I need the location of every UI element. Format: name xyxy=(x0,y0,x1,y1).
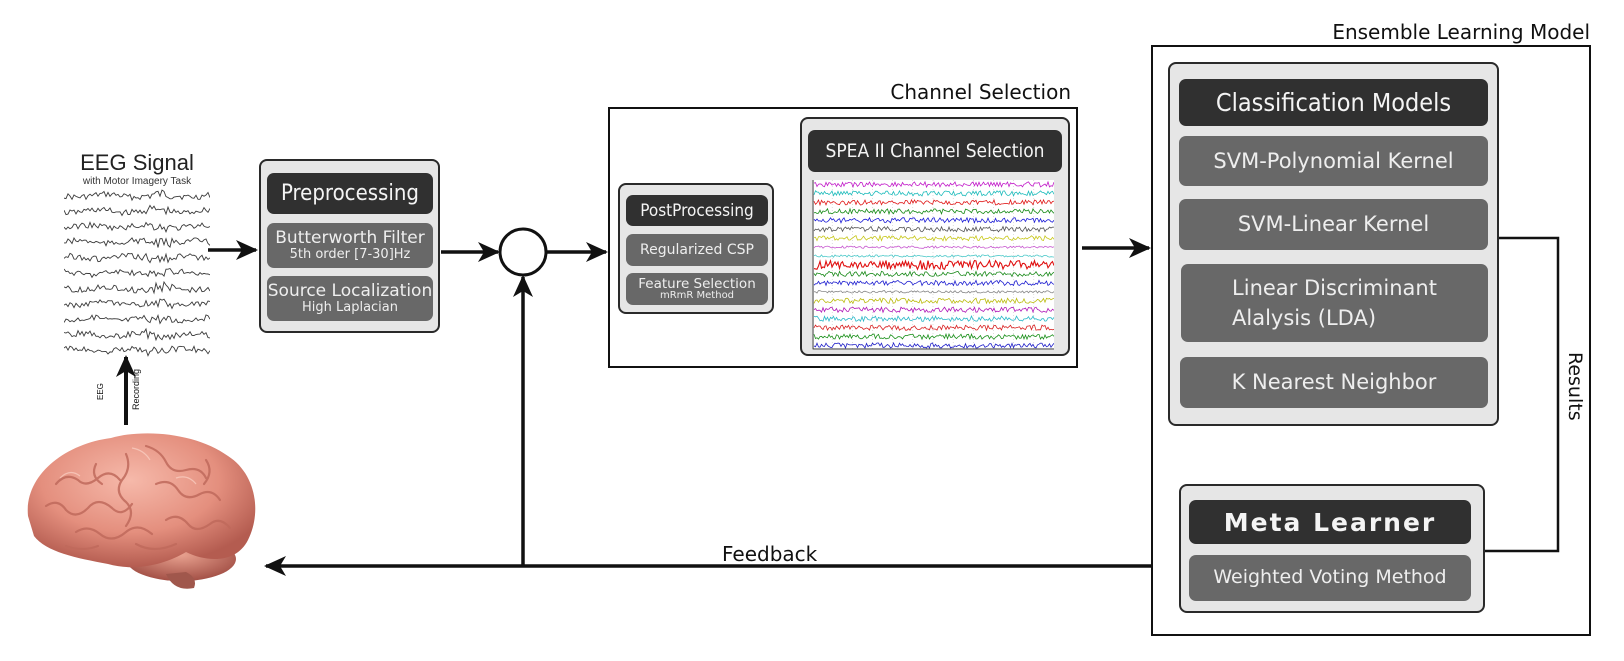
item-sub-text: 5th order [7-30]Hz xyxy=(289,246,411,262)
channel-trace xyxy=(813,245,1054,249)
channel-trace xyxy=(813,189,1054,197)
channel-trace xyxy=(813,289,1054,294)
item-sub-text: mRmR Method xyxy=(659,289,735,301)
recording-label-recording: Recording xyxy=(131,368,141,410)
item-main-text: Feature Selection xyxy=(638,275,756,292)
channel-trace xyxy=(813,258,1054,271)
channel-trace xyxy=(813,180,1054,189)
eeg-trace xyxy=(64,204,210,217)
meta-learner-panel: Meta Learner Weighted Voting Method xyxy=(1179,484,1485,613)
ensemble-title: Ensemble Learning Model xyxy=(1332,20,1590,44)
channel-trace xyxy=(813,270,1054,278)
channel-trace xyxy=(813,225,1054,233)
plot-axis xyxy=(812,180,1054,350)
postprocessing-header: PostProcessing xyxy=(626,195,768,226)
channel-selection-title: Channel Selection xyxy=(890,80,1071,104)
classifier-label: SVM-Linear Kernel xyxy=(1237,212,1430,237)
meta-learner-label: Weighted Voting Method xyxy=(1213,566,1447,589)
postprocessing-panel: PostProcessing Regularized CSP Feature S… xyxy=(618,183,774,314)
channel-trace xyxy=(813,297,1054,305)
eeg-signal-title: EEG Signal xyxy=(80,150,194,175)
eeg-trace xyxy=(64,189,210,202)
meta-learner-header: Meta Learner xyxy=(1189,500,1471,544)
classifier-knn: K Nearest Neighbor xyxy=(1180,357,1488,408)
channel-trace xyxy=(813,254,1054,258)
preprocessing-item-butterworth: Butterworth Filter 5th order [7-30]Hz xyxy=(267,223,433,268)
classification-panel: Classification Models SVM-Polynomial Ker… xyxy=(1168,62,1499,426)
eeg-trace xyxy=(64,327,210,342)
classifier-svm-linear: SVM-Linear Kernel xyxy=(1179,199,1488,250)
item-main-text: Source Localization xyxy=(267,280,433,301)
eeg-trace xyxy=(64,298,210,310)
channel-trace xyxy=(813,207,1054,216)
spea-panel: SPEA II Channel Selection xyxy=(800,117,1070,356)
classification-header: Classification Models xyxy=(1179,79,1488,126)
item-main-text: Butterworth Filter xyxy=(275,227,425,248)
eeg-trace xyxy=(64,345,210,357)
item-sub-text: High Laplacian xyxy=(301,299,398,315)
channel-trace xyxy=(813,306,1054,314)
postprocessing-item-regularized-csp: Regularized CSP xyxy=(626,234,768,266)
preprocessing-panel: Preprocessing Butterworth Filter 5th ord… xyxy=(259,159,440,333)
classifier-label: K Nearest Neighbor xyxy=(1231,370,1437,395)
classifier-label: Linear Discriminant Alalysis (LDA) xyxy=(1232,275,1437,330)
channel-trace xyxy=(813,315,1054,323)
meta-learner-item-weighted-voting: Weighted Voting Method xyxy=(1189,555,1471,601)
channel-trace xyxy=(813,216,1054,224)
channel-trace xyxy=(813,279,1054,287)
recording-label-eeg: EEG xyxy=(96,383,105,400)
channel-trace xyxy=(813,341,1054,349)
eeg-signal-subtitle: with Motor Imagery Task xyxy=(82,176,192,187)
postprocessing-item-feature-selection: Feature Selection mRmR Method xyxy=(626,273,768,305)
brain-icon xyxy=(27,433,256,589)
classifier-lda: Linear Discriminant Alalysis (LDA) xyxy=(1181,264,1488,342)
spea-channel-plot xyxy=(812,180,1054,350)
classifier-svm-polynomial: SVM-Polynomial Kernel xyxy=(1179,136,1488,186)
channel-trace xyxy=(813,234,1054,242)
spea-header: SPEA II Channel Selection xyxy=(808,130,1062,172)
item-main-text: Regularized CSP xyxy=(640,241,754,258)
eeg-trace xyxy=(64,314,210,325)
channel-trace xyxy=(813,324,1054,332)
results-label: Results xyxy=(1564,352,1586,421)
preprocessing-item-source-localization: Source Localization High Laplacian xyxy=(267,276,433,321)
preprocessing-header: Preprocessing xyxy=(267,173,433,214)
feedback-label: Feedback xyxy=(722,542,818,566)
summing-junction-icon xyxy=(498,227,548,277)
eeg-trace xyxy=(64,236,210,248)
eeg-trace xyxy=(64,280,210,295)
channel-trace xyxy=(813,198,1054,207)
eeg-signal-plot xyxy=(64,189,210,357)
eeg-trace xyxy=(64,267,210,279)
eeg-trace xyxy=(64,221,210,233)
channel-trace xyxy=(813,332,1054,341)
eeg-trace xyxy=(64,252,210,264)
classifier-label: SVM-Polynomial Kernel xyxy=(1213,148,1454,173)
